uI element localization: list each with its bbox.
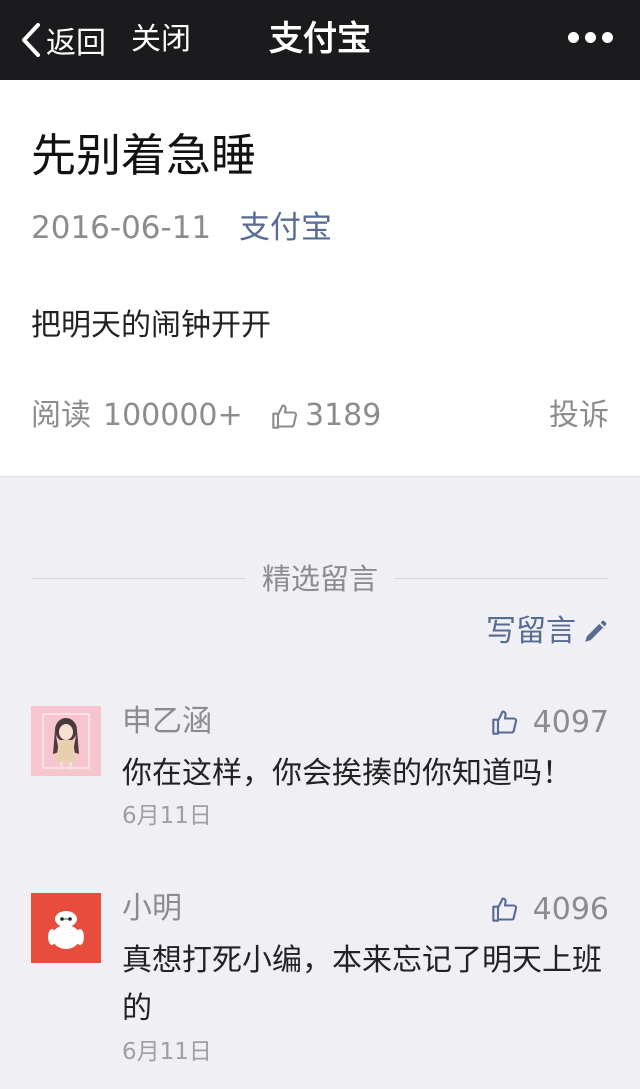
write-comment-label: 写留言: [486, 614, 576, 649]
article-meta: 2016-06-11 支付宝: [31, 206, 332, 250]
comment-like-count: 4097: [532, 704, 609, 740]
thumbs-up-icon: [272, 404, 298, 429]
commenter-name: 申乙涵: [122, 704, 212, 739]
comment-item: 申乙涵 4097 你在这样，你会挨揍的你知道吗！ 6月11日: [31, 704, 609, 836]
girl-avatar-icon[interactable]: [31, 706, 101, 776]
thumbs-up-icon: [491, 710, 517, 735]
more-dot: [585, 32, 596, 43]
more-dot: [602, 32, 613, 43]
comment-like-count: 4096: [532, 891, 609, 927]
comment-date: 6月11日: [122, 803, 212, 829]
comment-like-button[interactable]: 4097: [491, 700, 609, 744]
comment-text: 你在这样，你会挨揍的你知道吗！: [122, 756, 572, 791]
article-like-button[interactable]: 3189: [271, 394, 381, 438]
comment-item: 小明 4096 真想打死小编，本来忘记了明天上班的 6月11日: [31, 891, 609, 1073]
back-label: 返回: [46, 26, 106, 61]
article-stats: 阅读 100000+ 3189 投诉: [31, 394, 609, 438]
more-options-button[interactable]: [568, 26, 614, 50]
comment-text: 真想打死小编，本来忘记了明天上班的: [122, 943, 602, 1026]
report-link[interactable]: 投诉: [549, 394, 609, 438]
read-label: 阅读: [31, 398, 91, 433]
top-navigation-bar: 返回 关闭 支付宝: [0, 0, 640, 80]
thumbs-up-icon: [491, 897, 517, 922]
read-count: 100000+: [103, 398, 243, 433]
article-like-count: 3189: [305, 398, 382, 433]
article-source-link[interactable]: 支付宝: [239, 210, 332, 246]
chevron-left-icon: [22, 23, 40, 57]
back-button[interactable]: 返回: [20, 18, 106, 62]
pencil-icon: [585, 620, 607, 642]
article-body: 把明天的闹钟开开: [31, 308, 271, 343]
close-button[interactable]: 关闭: [131, 18, 191, 62]
write-comment-button[interactable]: 写留言: [486, 610, 608, 654]
comment-date: 6月11日: [122, 1039, 212, 1065]
baymax-avatar-icon[interactable]: [31, 893, 101, 963]
featured-comments-label: 精选留言: [245, 557, 395, 601]
article-date: 2016-06-11: [31, 210, 212, 246]
comment-like-button[interactable]: 4096: [491, 887, 609, 931]
article-card: 先别着急睡 2016-06-11 支付宝 把明天的闹钟开开 阅读 100000+…: [0, 80, 640, 477]
article-title: 先别着急睡: [31, 129, 257, 182]
commenter-name: 小明: [122, 891, 182, 926]
featured-comments-divider: 精选留言: [31, 557, 609, 601]
more-dots-icon: [568, 32, 579, 43]
